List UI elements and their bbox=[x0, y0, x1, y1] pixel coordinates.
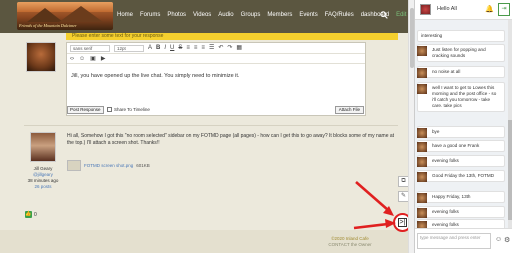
thumbs-up-icon[interactable]: 👍 bbox=[25, 211, 32, 218]
chat-message-avatar bbox=[417, 221, 427, 228]
chat-message-avatar bbox=[417, 68, 427, 78]
nav-forums[interactable]: Forums bbox=[140, 12, 160, 18]
editor-footer: Post Response Share To Timeline Attach F… bbox=[66, 104, 366, 116]
like-control[interactable]: 👍 0 bbox=[25, 211, 37, 218]
chat-message: evening folks bbox=[417, 206, 505, 218]
chat-message-avatar bbox=[417, 157, 427, 167]
strikethrough-icon[interactable]: S bbox=[178, 45, 182, 51]
underline-icon[interactable]: U bbox=[170, 45, 174, 51]
font-size-select[interactable]: 12pt bbox=[114, 44, 144, 52]
video-icon[interactable]: ▶ bbox=[101, 55, 106, 62]
chat-scrollbar[interactable] bbox=[508, 20, 512, 228]
code-icon[interactable]: ‹› bbox=[70, 56, 74, 62]
attachment-size: 601KB bbox=[136, 163, 150, 168]
comment-attachment[interactable]: FOTMD screen shot.png 601KB bbox=[67, 160, 150, 171]
post-response-button[interactable]: Post Response bbox=[67, 106, 104, 114]
chat-message: evening folks bbox=[417, 219, 505, 228]
emoji-icon[interactable]: ☺ bbox=[495, 236, 502, 243]
site-logo[interactable]: Friends of the Mountain Dulcimer bbox=[17, 2, 113, 30]
comment-author-posts[interactable]: 26 posts bbox=[26, 184, 60, 190]
chat-message-avatar bbox=[417, 128, 427, 138]
chat-message: Happy Friday, 13th bbox=[417, 191, 505, 203]
validation-text: Please enter some text for your response bbox=[72, 33, 164, 39]
editor-content[interactable]: Jill, you have opened up the live chat. … bbox=[71, 73, 239, 79]
chat-message-avatar bbox=[417, 193, 427, 203]
nav-faq-rules[interactable]: FAQ/Rules bbox=[325, 12, 354, 18]
chat-message-avatar bbox=[417, 208, 427, 218]
site-footer: ©2020 Inland Cafe CONTACT the Owner bbox=[0, 222, 408, 253]
chat-user-avatar bbox=[420, 4, 431, 15]
bold-icon[interactable]: B bbox=[156, 45, 160, 51]
nav-members[interactable]: Members bbox=[267, 12, 292, 18]
chat-header: Hello All 🔔 ⇥ bbox=[415, 0, 512, 20]
comment-author-meta: Jill Geary @jillgeary 38 minutes ago 26 … bbox=[26, 166, 60, 190]
search-icon[interactable] bbox=[380, 11, 388, 19]
share-label: Share To Timeline bbox=[114, 107, 150, 112]
footer-contact[interactable]: CONTACT the Owner bbox=[300, 242, 400, 248]
italic-icon[interactable]: I bbox=[164, 45, 166, 51]
footer-text: ©2020 Inland Cafe CONTACT the Owner bbox=[300, 236, 400, 248]
divider bbox=[24, 125, 398, 126]
share-checkbox[interactable] bbox=[107, 107, 112, 112]
nav-home[interactable]: Home bbox=[117, 12, 133, 18]
editor-toolbar-primary: sans serif 12pt A B I U S ≡ ≡ ≡ ☰ ↶ ↷ ▦ bbox=[67, 43, 365, 54]
chat-message: bye bbox=[417, 126, 505, 138]
emoji-icon[interactable]: ☺ bbox=[79, 56, 85, 62]
chat-message: well I want to get to Lowes this morning… bbox=[417, 82, 505, 112]
chat-message: have a good one Frank bbox=[417, 140, 505, 152]
like-count: 0 bbox=[34, 211, 37, 218]
validation-banner: Please enter some text for your response bbox=[66, 33, 398, 40]
nav-videos[interactable]: Videos bbox=[193, 12, 211, 18]
chat-greeting[interactable]: Hello All bbox=[437, 6, 457, 12]
chat-scrollbar-thumb[interactable] bbox=[508, 120, 512, 220]
attach-file-button[interactable]: Attach File bbox=[334, 106, 364, 114]
list-icon[interactable]: ☰ bbox=[209, 45, 214, 51]
image-icon[interactable]: ▣ bbox=[90, 55, 96, 62]
exit-chat-icon[interactable]: ⇥ bbox=[498, 3, 510, 16]
chat-message: evening folks bbox=[417, 155, 505, 167]
current-user-avatar bbox=[26, 42, 56, 72]
chat-message: Just listen for popping and cracking sou… bbox=[417, 44, 505, 62]
chat-message: Good Friday the 13th, FOTMD bbox=[417, 170, 505, 182]
attachment-name[interactable]: FOTMD screen shot.png bbox=[84, 163, 133, 168]
chat-panel: Hello All 🔔 ⇥ interesting Just listen fo… bbox=[414, 0, 512, 253]
font-family-select[interactable]: sans serif bbox=[70, 44, 110, 52]
chat-message: no noise at all bbox=[417, 66, 505, 78]
text-color-icon[interactable]: A bbox=[148, 45, 152, 51]
chat-message-input[interactable]: type message and press enter bbox=[417, 233, 491, 249]
chat-message-avatar bbox=[417, 84, 427, 94]
nav-groups[interactable]: Groups bbox=[241, 12, 261, 18]
attachment-thumbnail[interactable] bbox=[67, 160, 81, 171]
nav-audio[interactable]: Audio bbox=[218, 12, 233, 18]
collapse-chat-icon[interactable]: >| bbox=[398, 218, 407, 227]
chat-input-area: type message and press enter ☺ ⚙ bbox=[415, 228, 512, 253]
comment-text: Hi all, Somehow I got this "no room sele… bbox=[67, 133, 395, 146]
redo-icon[interactable]: ↷ bbox=[227, 45, 232, 51]
chat-messages[interactable]: interesting Just listen for popping and … bbox=[415, 20, 512, 228]
undo-icon[interactable]: ↶ bbox=[218, 45, 223, 51]
share-to-timeline[interactable]: Share To Timeline bbox=[107, 107, 150, 112]
logo-text: Friends of the Mountain Dulcimer bbox=[19, 23, 77, 28]
chat-message-avatar bbox=[417, 142, 427, 152]
comment-author-avatar[interactable] bbox=[30, 132, 56, 162]
main-nav: Home Forums Photos Videos Audio Groups M… bbox=[117, 12, 421, 18]
align-left-icon[interactable]: ≡ bbox=[186, 45, 190, 51]
chat-message: interesting bbox=[417, 30, 505, 42]
bell-icon[interactable]: 🔔 bbox=[485, 5, 494, 13]
site-header: Friends of the Mountain Dulcimer Home Fo… bbox=[0, 0, 421, 33]
chat-message-avatar bbox=[417, 46, 427, 56]
align-right-icon[interactable]: ≡ bbox=[201, 45, 205, 51]
chat-message-avatar bbox=[417, 172, 427, 182]
nav-events[interactable]: Events bbox=[299, 12, 317, 18]
align-center-icon[interactable]: ≡ bbox=[194, 45, 198, 51]
nav-photos[interactable]: Photos bbox=[167, 12, 186, 18]
editor-toolbar-secondary: ‹› ☺ ▣ ▶ bbox=[67, 54, 365, 64]
table-icon[interactable]: ▦ bbox=[236, 45, 242, 51]
bot-icon[interactable]: ⚙ bbox=[504, 236, 510, 244]
